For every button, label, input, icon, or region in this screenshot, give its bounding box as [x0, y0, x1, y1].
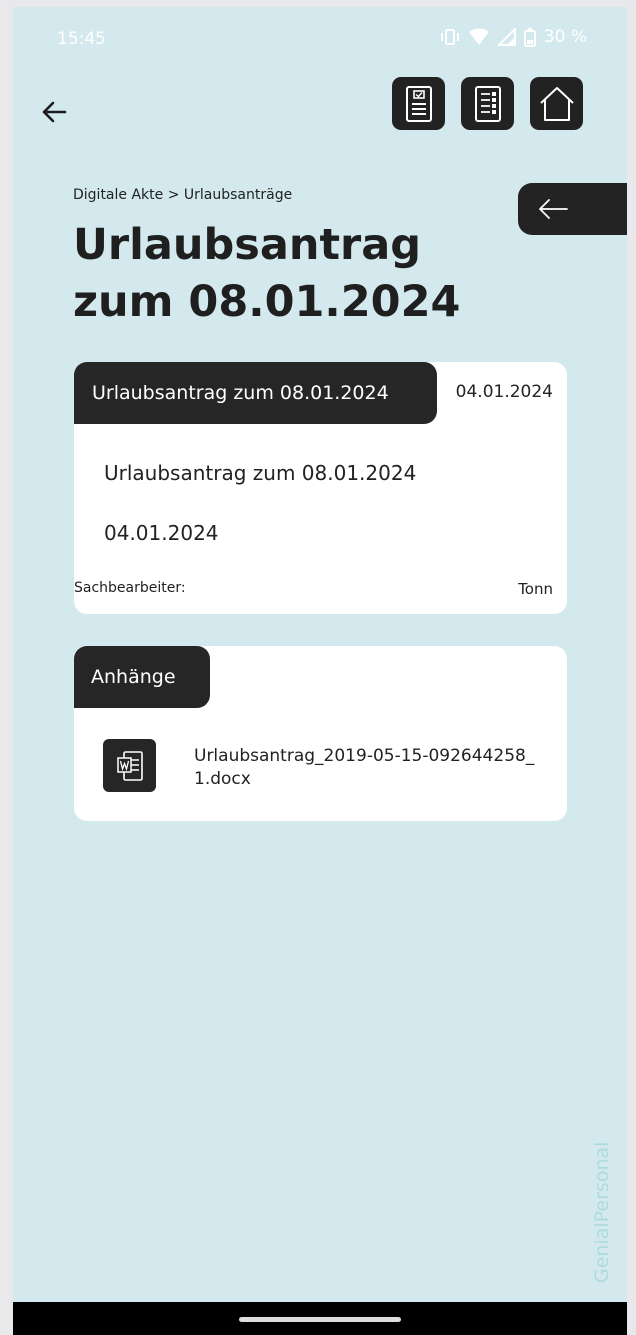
checklist-button[interactable]: [392, 77, 445, 130]
signal-icon: [497, 28, 516, 46]
attachments-header: Anhänge: [74, 646, 210, 708]
attachments-header-title: Anhänge: [91, 666, 176, 688]
page-title: Urlaubsantrag zum 08.01.2024: [73, 220, 461, 327]
attachment-filename[interactable]: Urlaubsantrag_2019-05-15-092644258_1.doc…: [194, 745, 549, 791]
request-date: 04.01.2024: [104, 521, 219, 545]
status-bar: 15:45 30 %: [13, 7, 627, 67]
status-time: 15:45: [57, 29, 106, 49]
attachment-item[interactable]: Urlaubsantrag_2019-05-15-092644258_1.doc…: [103, 739, 553, 799]
system-navigation-bar: [13, 1302, 627, 1335]
clerk-value: Tonn: [518, 580, 553, 598]
status-icons: 30 %: [440, 27, 587, 47]
home-icon: [539, 86, 574, 121]
wifi-icon: [468, 28, 490, 46]
card-date: 04.01.2024: [455, 382, 553, 402]
card-header: Urlaubsantrag zum 08.01.2024: [74, 362, 437, 424]
vibrate-icon: [440, 28, 460, 46]
back-arrow-icon: [42, 101, 67, 123]
list-document-icon: [474, 85, 501, 122]
clerk-label: Sachbearbeiter:: [74, 580, 186, 596]
side-back-button[interactable]: [518, 183, 627, 235]
back-button[interactable]: [37, 95, 71, 129]
attachments-card: Anhänge Urlaubsantrag_2019-05-15-0926442…: [74, 646, 567, 821]
watermark-text: GenialPersonal: [591, 1141, 613, 1283]
home-gesture-handle[interactable]: [239, 1317, 401, 1322]
request-title: Urlaubsantrag zum 08.01.2024: [104, 461, 417, 485]
request-detail-card: Urlaubsantrag zum 08.01.2024 04.01.2024 …: [74, 362, 567, 614]
back-arrow-icon: [539, 199, 568, 219]
brand-watermark: GenialPersonal: [581, 1127, 627, 1287]
word-document-icon: [103, 739, 156, 792]
breadcrumb[interactable]: Digitale Akte > Urlaubsanträge: [73, 187, 292, 203]
list-document-button[interactable]: [461, 77, 514, 130]
app-screen: 15:45 30 % Digitale Akte > Urlaubsanträg…: [13, 7, 627, 1335]
home-button[interactable]: [530, 77, 583, 130]
checklist-icon: [405, 85, 432, 122]
battery-icon: [523, 27, 536, 47]
battery-percent: 30 %: [543, 27, 587, 47]
card-header-title: Urlaubsantrag zum 08.01.2024: [92, 382, 389, 404]
